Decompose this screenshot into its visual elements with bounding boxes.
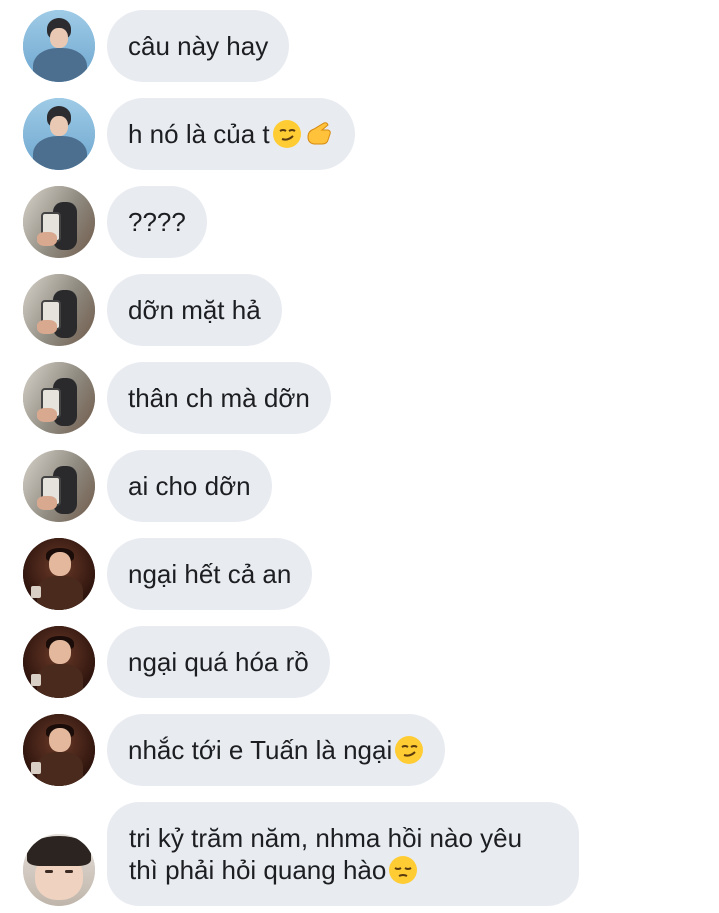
message-bubble[interactable]: h nó là của t xyxy=(107,98,355,170)
message-row: thân ch mà dỡn xyxy=(23,362,331,434)
avatar[interactable] xyxy=(23,450,95,522)
message-bubble[interactable]: câu này hay xyxy=(107,10,290,82)
message-bubble[interactable]: thân ch mà dỡn xyxy=(107,362,331,434)
smirk-emoji-icon xyxy=(272,120,301,148)
avatar[interactable] xyxy=(23,274,95,346)
message-text-line-1: tri kỷ trăm năm, nhma hồi nào yêu xyxy=(129,823,523,853)
avatar[interactable] xyxy=(23,834,95,906)
pensive-emoji-icon xyxy=(389,856,418,884)
message-text: h nó là của t xyxy=(128,118,270,149)
message-bubble[interactable]: dỡn mặt hả xyxy=(107,274,282,346)
message-text: dỡn mặt hả xyxy=(128,294,261,325)
message-row: nhắc tới e Tuấn là ngại xyxy=(23,714,446,786)
message-bubble[interactable]: tri kỷ trăm năm, nhma hồi nào yêu thì ph… xyxy=(107,802,579,906)
message-row: tri kỷ trăm năm, nhma hồi nào yêu thì ph… xyxy=(23,802,579,906)
message-text: ngại quá hóa rồ xyxy=(128,646,309,677)
message-bubble[interactable]: ngại quá hóa rồ xyxy=(107,626,330,698)
message-row: h nó là của t xyxy=(23,98,355,170)
message-text: ???? xyxy=(128,206,186,237)
message-bubble[interactable]: ngại hết cả an xyxy=(107,538,313,610)
chat-thread: câu này hay h nó là của t ???? dỡn mặt h… xyxy=(0,0,719,913)
avatar[interactable] xyxy=(23,10,95,82)
message-text: ai cho dỡn xyxy=(128,470,251,501)
avatar[interactable] xyxy=(23,186,95,258)
smirk-emoji-icon xyxy=(395,736,424,764)
message-bubble[interactable]: ???? xyxy=(107,186,207,258)
message-text: câu này hay xyxy=(128,30,269,61)
message-row: dỡn mặt hả xyxy=(23,274,282,346)
avatar[interactable] xyxy=(23,714,95,786)
avatar[interactable] xyxy=(23,362,95,434)
message-row: ngại quá hóa rồ xyxy=(23,626,330,698)
message-text: thân ch mà dỡn xyxy=(128,382,310,413)
avatar[interactable] xyxy=(23,626,95,698)
message-row: ???? xyxy=(23,186,207,258)
message-text: ngại hết cả an xyxy=(128,558,292,589)
message-text-line-2: thì phải hỏi quang hào xyxy=(129,854,522,886)
message-row: câu này hay xyxy=(23,10,290,82)
avatar[interactable] xyxy=(23,538,95,610)
message-row: ngại hết cả an xyxy=(23,538,313,610)
message-bubble[interactable]: ai cho dỡn xyxy=(107,450,272,522)
message-text: thì phải hỏi quang hào xyxy=(129,855,387,885)
message-row: ai cho dỡn xyxy=(23,450,272,522)
pointing-hand-emoji-icon xyxy=(307,122,331,145)
message-text: nhắc tới e Tuấn là ngại xyxy=(128,734,393,765)
avatar[interactable] xyxy=(23,98,95,170)
message-bubble[interactable]: nhắc tới e Tuấn là ngại xyxy=(107,714,446,786)
